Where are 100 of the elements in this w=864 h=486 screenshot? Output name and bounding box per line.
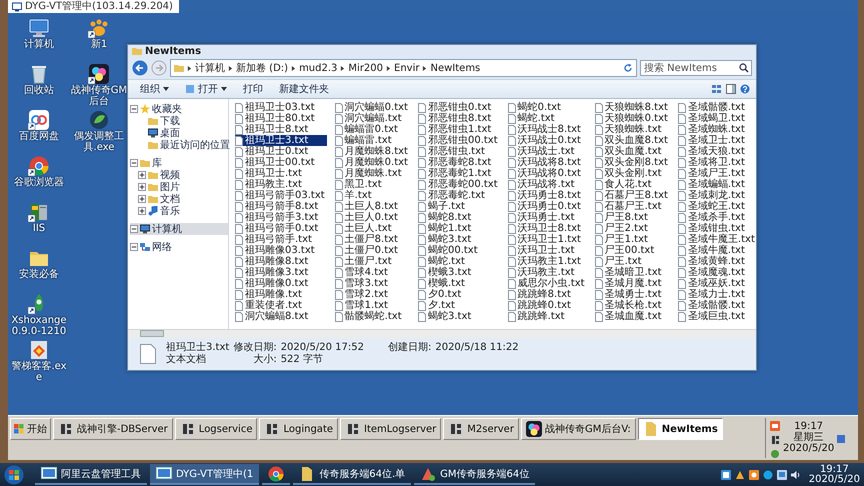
- file-item[interactable]: 蝎蛇3.txt: [418, 311, 500, 322]
- file-item[interactable]: 圣域蜘蛛.txt: [678, 124, 757, 135]
- file-item[interactable]: 沃玛教主.txt: [508, 267, 587, 278]
- file-item[interactable]: 圣域力士.txt: [678, 289, 757, 300]
- preview-pane-icon[interactable]: [726, 84, 736, 94]
- file-item[interactable]: 雪球2.txt: [334, 289, 410, 300]
- file-item[interactable]: 祖玛弓箭手8.txt: [235, 201, 327, 212]
- file-item[interactable]: 祖玛雕像3.txt: [235, 267, 327, 278]
- file-item[interactable]: 邪恶钳虫.txt: [418, 146, 500, 157]
- help-icon[interactable]: [740, 84, 750, 94]
- file-item[interactable]: 圣域尸王.txt: [678, 168, 757, 179]
- desktop-icon-label[interactable]: 新1: [90, 39, 108, 50]
- file-item[interactable]: 沃玛战士.txt: [508, 146, 587, 157]
- file-item[interactable]: 圣域钳虫.txt: [678, 223, 757, 234]
- file-item[interactable]: 圣域卫士.txt: [678, 135, 757, 146]
- file-item[interactable]: 圣域魔魂.txt: [678, 267, 757, 278]
- scroll-thumb[interactable]: [140, 330, 164, 337]
- file-item[interactable]: 蝎蛇1.txt: [418, 223, 500, 234]
- nav-item[interactable]: 图片: [130, 181, 228, 193]
- taskbar-button[interactable]: ItemLogserver: [340, 418, 442, 440]
- file-item[interactable]: 蝎蛇3.txt: [418, 234, 500, 245]
- file-item[interactable]: 蝙蝠雷0.txt: [334, 124, 410, 135]
- file-item[interactable]: 蝎蛇0.txt: [508, 102, 587, 113]
- view-options-icon[interactable]: [712, 84, 722, 94]
- file-item[interactable]: 圣域黄蜂.txt: [678, 256, 757, 267]
- file-item[interactable]: 楔蛾3.txt: [418, 267, 500, 278]
- file-item[interactable]: 夕.txt: [418, 300, 500, 311]
- file-item[interactable]: 祖玛弓箭手.txt: [235, 234, 327, 245]
- file-item[interactable]: 圣城暗卫.txt: [594, 267, 670, 278]
- file-item[interactable]: 雪球1.txt: [334, 300, 410, 311]
- file-item[interactable]: 沃玛战将.txt: [508, 179, 587, 190]
- file-item[interactable]: 圣域将卫.txt: [678, 157, 757, 168]
- file-item[interactable]: 圣域巨虫.txt: [678, 311, 757, 322]
- file-item[interactable]: 蝎蛇8.txt: [418, 212, 500, 223]
- taskbar-button[interactable]: [262, 464, 290, 485]
- file-item[interactable]: 天狼蜘蛛0.txt: [594, 113, 670, 124]
- file-item[interactable]: 祖玛卫士.txt: [235, 168, 327, 179]
- file-item[interactable]: 土巨人8.txt: [334, 201, 410, 212]
- file-item[interactable]: 雪球4.txt: [334, 267, 410, 278]
- nav-item[interactable]: 计算机: [130, 223, 228, 235]
- file-item[interactable]: 天狼蜘蛛.txt: [594, 124, 670, 135]
- taskbar-button[interactable]: M2server: [443, 418, 519, 440]
- toolbar-button[interactable]: 组织: [134, 82, 175, 96]
- file-item[interactable]: 沃玛战将0.txt: [508, 168, 587, 179]
- nav-item[interactable]: 库: [130, 157, 228, 169]
- nav-item[interactable]: 最近访问的位置: [130, 139, 228, 151]
- horizontal-scrollbar[interactable]: [128, 329, 756, 338]
- file-item[interactable]: 祖玛教主.txt: [235, 179, 327, 190]
- file-item[interactable]: 尸王2.txt: [594, 223, 670, 234]
- file-item[interactable]: 双头血魔8.txt: [594, 135, 670, 146]
- nav-item[interactable]: 收藏夹: [130, 103, 228, 115]
- file-item[interactable]: 洞穴蝙蝠8.txt: [235, 311, 327, 322]
- nav-item[interactable]: 桌面: [130, 127, 228, 139]
- file-item[interactable]: 土僵尸.txt: [334, 256, 410, 267]
- file-item[interactable]: 祖玛卫士8.txt: [235, 124, 327, 135]
- file-item[interactable]: 楔蛾.txt: [418, 278, 500, 289]
- file-item[interactable]: 雪球3.txt: [334, 278, 410, 289]
- file-item[interactable]: 祖玛雕像0.txt: [235, 278, 327, 289]
- taskbar-button[interactable]: 阿里云盘管理工具: [35, 464, 147, 485]
- breadcrumb-item[interactable]: Envir: [394, 62, 420, 74]
- taskbar-button[interactable]: GM传奇服务端64位: [414, 464, 536, 485]
- file-item[interactable]: 沃玛教主1.txt: [508, 256, 587, 267]
- speaker-icon[interactable]: [790, 470, 801, 480]
- file-item[interactable]: 尸王.txt: [594, 256, 670, 267]
- file-item[interactable]: 双头金刚.txt: [594, 168, 670, 179]
- file-item[interactable]: 土巨人0.txt: [334, 212, 410, 223]
- globe-icon[interactable]: [88, 109, 110, 131]
- start-button[interactable]: 开始: [10, 418, 51, 440]
- file-item[interactable]: 祖玛卫士00.txt: [235, 157, 327, 168]
- file-item[interactable]: 圣域牛魔王.txt: [678, 234, 757, 245]
- start-button[interactable]: [4, 464, 24, 484]
- taskbar-button[interactable]: 战神传奇GM后台V:: [520, 418, 636, 440]
- file-item[interactable]: 邪恶钳虫8.txt: [418, 113, 500, 124]
- app-icon[interactable]: [748, 470, 759, 480]
- app-icon[interactable]: [770, 435, 780, 445]
- file-item[interactable]: 跳跳蜂.txt: [508, 311, 587, 322]
- breadcrumb-item[interactable]: 新加卷 (D:): [236, 61, 288, 75]
- file-item[interactable]: 圣域蛇王.txt: [678, 201, 757, 212]
- file-item[interactable]: 重装使者.txt: [235, 300, 327, 311]
- file-item[interactable]: 祖玛弓箭手0.txt: [235, 223, 327, 234]
- browser-icon[interactable]: [28, 155, 50, 177]
- file-item[interactable]: 洞穴蝙蝠.txt: [334, 113, 410, 124]
- desktop-icon-label[interactable]: 战神传奇GM后台: [70, 85, 128, 107]
- file-item[interactable]: 祖玛卫士0.txt: [235, 146, 327, 157]
- file-item[interactable]: 蝎蛇.txt: [508, 113, 587, 124]
- file-item[interactable]: 祖玛弓箭手3.txt: [235, 212, 327, 223]
- color-app-icon[interactable]: [88, 63, 110, 85]
- file-item[interactable]: 双头金刚8.txt: [594, 157, 670, 168]
- file-item[interactable]: 月魔蜘蛛8.txt: [334, 146, 410, 157]
- file-item[interactable]: 祖玛卫士03.txt: [235, 102, 327, 113]
- file-item[interactable]: 邪恶钳虫00.txt: [418, 135, 500, 146]
- taskbar-button[interactable]: NewItems: [638, 418, 723, 440]
- file-item[interactable]: 夕0.txt: [418, 289, 500, 300]
- app-icon[interactable]: [734, 470, 745, 480]
- back-button[interactable]: [132, 60, 148, 76]
- chevron-icon[interactable]: [187, 64, 192, 72]
- chevron-icon[interactable]: [228, 64, 233, 72]
- file-item[interactable]: 沃玛勇士0.txt: [508, 201, 587, 212]
- desktop-icon-label[interactable]: IIS: [32, 223, 46, 234]
- taskbar-button[interactable]: DYG-VT管理中(1: [150, 464, 260, 485]
